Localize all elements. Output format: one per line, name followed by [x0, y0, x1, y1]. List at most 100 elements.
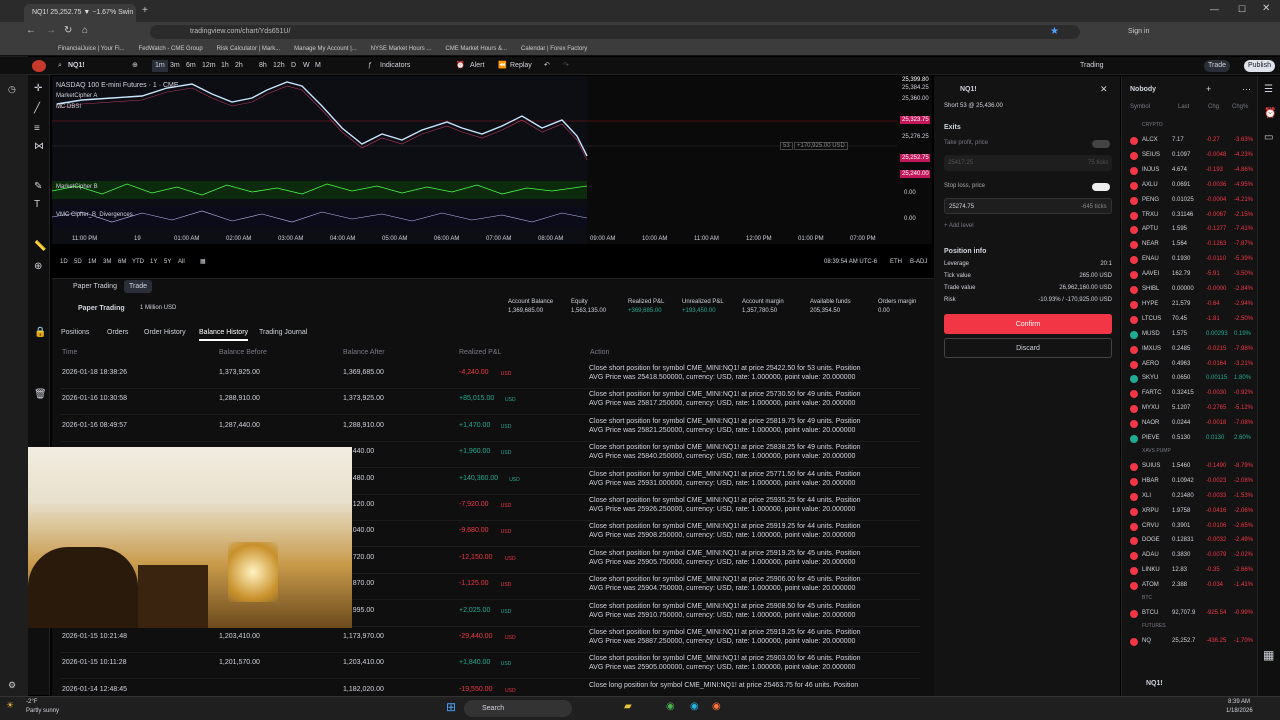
- bookmark-item[interactable]: NYSE Market Hours ...: [371, 42, 432, 56]
- wl-col-last[interactable]: Last: [1178, 104, 1189, 110]
- bookmark-item[interactable]: Manage My Account |...: [294, 42, 357, 56]
- badj-toggle[interactable]: B-ADJ: [910, 259, 927, 265]
- col-balance-before[interactable]: Balance Before: [219, 349, 267, 356]
- taskbar-search[interactable]: Search: [464, 700, 572, 717]
- watchlist-item[interactable]: AAVEI 162.79 -5.91 -3.50%: [1126, 267, 1256, 282]
- new-tab-icon[interactable]: +: [142, 5, 148, 16]
- ruler-tool-icon[interactable]: 📏: [34, 241, 46, 252]
- watchlist-item[interactable]: BTCU 92,707.9 -925.54 -0.99%: [1126, 606, 1256, 621]
- trade-button[interactable]: Trade: [1204, 60, 1231, 72]
- wl-col-chgpct[interactable]: Chg%: [1232, 104, 1248, 110]
- watchlist-item[interactable]: SKYU 0.0650 0.00115 1.80%: [1126, 371, 1256, 386]
- account-size[interactable]: 1 Million USD: [140, 305, 176, 311]
- indicators-button[interactable]: Indicators: [380, 60, 410, 72]
- tab-balance-history[interactable]: Balance History: [199, 329, 249, 341]
- stop-loss-input[interactable]: 25274.75 -645 ticks: [944, 198, 1112, 214]
- watchlist-item[interactable]: ALCX 7.17 -0.27 -3.63%: [1126, 133, 1256, 148]
- trash-tool-icon[interactable]: 🗑: [34, 389, 47, 400]
- watchlist-item[interactable]: MUSD 1.575 0.00293 0.19%: [1126, 327, 1256, 342]
- add-symbol-icon[interactable]: ⊕: [132, 60, 138, 72]
- watchlist-item[interactable]: SHIBL 0.00000 -0.0000 -2.84%: [1126, 282, 1256, 297]
- range-all[interactable]: All: [178, 259, 185, 265]
- interval-d[interactable]: D: [291, 60, 296, 72]
- paper-trading-title[interactable]: Paper Trading: [73, 283, 117, 290]
- interval-8h[interactable]: 8h: [259, 60, 267, 72]
- wl-col-chg[interactable]: Chg: [1208, 104, 1219, 110]
- range-5d[interactable]: 5D: [74, 259, 82, 265]
- bookmark-item[interactable]: Risk Calculator | Mark...: [217, 42, 281, 56]
- bookmark-item[interactable]: FinancialJuice | Your Fi...: [58, 42, 125, 56]
- indicator-label[interactable]: MarketCipher A: [56, 93, 97, 99]
- paper-account-selector[interactable]: Paper Trading: [78, 305, 125, 312]
- chat-icon[interactable]: ▭: [1264, 132, 1273, 143]
- taskbar-date[interactable]: 1/18/2026: [1226, 708, 1253, 714]
- start-icon[interactable]: ⊞: [446, 700, 456, 714]
- close-window-icon[interactable]: ✕: [1262, 3, 1270, 14]
- interval-12m[interactable]: 12m: [202, 60, 216, 72]
- col-action[interactable]: Action: [590, 349, 609, 356]
- fib-tool-icon[interactable]: ≡: [34, 123, 40, 134]
- watchlist-footer-symbol[interactable]: NQ1!: [1146, 680, 1163, 687]
- cursor-tool-icon[interactable]: ✛: [34, 83, 42, 94]
- range-5y[interactable]: 5Y: [164, 259, 171, 265]
- col-realized-pnl[interactable]: Realized P&L: [459, 349, 501, 356]
- add-level-link[interactable]: + Add level: [944, 223, 974, 229]
- weather-icon[interactable]: ☀: [6, 700, 14, 711]
- watchlist-item[interactable]: IMXUS 0.2485 -0.0215 -7.98%: [1126, 342, 1256, 357]
- range-1y[interactable]: 1Y: [150, 259, 157, 265]
- watchlist-item[interactable]: LINKU 12.83 -0.35 -2.66%: [1126, 563, 1256, 578]
- watchlist-item[interactable]: PIEVE 0.5130 0.0130 2.60%: [1126, 431, 1256, 446]
- watchlist-item[interactable]: APTU 1.595 -0.1277 -7.41%: [1126, 222, 1256, 237]
- price-chart[interactable]: NASDAQ 100 E-mini Futures · 1 · CME Mark…: [52, 76, 932, 244]
- stop-loss-label[interactable]: Stop loss, price: [944, 183, 985, 189]
- watchlist-item[interactable]: DOGE 0.12831 -0.0032 -2.49%: [1126, 533, 1256, 548]
- watchlist-item[interactable]: NEAR 1.564 -0.1263 -7.87%: [1126, 237, 1256, 252]
- watchlist-item[interactable]: NQ 25,252.7 -436.25 -1.70%: [1126, 634, 1256, 649]
- search-icon[interactable]: ⌕: [58, 60, 62, 72]
- tab-orders[interactable]: Orders: [107, 329, 128, 336]
- maximize-icon[interactable]: ☐: [1238, 4, 1246, 15]
- col-time[interactable]: Time: [62, 349, 77, 356]
- zoom-tool-icon[interactable]: ⊕: [34, 261, 42, 272]
- table-row[interactable]: 2026-01-18 18:38:26 1,373,925.00 1,369,685…: [60, 363, 920, 389]
- watchlist-item[interactable]: XLI 0.21480 -0.0033 -1.53%: [1126, 489, 1256, 504]
- watchlist-section-header[interactable]: XAVS PUMP: [1142, 448, 1171, 454]
- bookmark-item[interactable]: CME Market Hours &...: [445, 42, 507, 56]
- interval-6m[interactable]: 6m: [186, 60, 196, 72]
- tab-trading-journal[interactable]: Trading Journal: [259, 329, 307, 336]
- add-symbol-icon[interactable]: +: [1206, 84, 1211, 94]
- range-3m[interactable]: 3M: [103, 259, 111, 265]
- wl-col-symbol[interactable]: Symbol: [1130, 104, 1150, 110]
- publish-button[interactable]: Publish: [1244, 60, 1275, 72]
- trade-tab[interactable]: Trade: [124, 280, 153, 293]
- bookmark-item[interactable]: FedWatch - CME Group: [139, 42, 203, 56]
- brush-tool-icon[interactable]: ✎: [34, 181, 42, 192]
- watchlist-item[interactable]: ADAU 0.3830 -0.0079 -2.02%: [1126, 548, 1256, 563]
- minimize-icon[interactable]: —: [1210, 4, 1219, 14]
- bookmark-item[interactable]: Calendar | Forex Factory: [521, 42, 587, 56]
- watchlist-item[interactable]: ATOM 2.388 -0.034 -1.41%: [1126, 578, 1256, 593]
- url-input[interactable]: tradingview.com/chart/Yds651U/: [150, 25, 1080, 39]
- close-panel-icon[interactable]: ✕: [1100, 84, 1108, 95]
- table-row[interactable]: 2026-01-15 10:21:48 1,203,410.00 1,173,970…: [60, 627, 920, 653]
- watchlist-item[interactable]: HYPE 21.579 -0.64 -2.94%: [1126, 297, 1256, 312]
- table-row[interactable]: 2026-01-15 10:11:28 1,201,570.00 1,203,410…: [60, 653, 920, 680]
- undo-icon[interactable]: ↶: [544, 60, 550, 72]
- interval-1m[interactable]: 1m: [152, 60, 168, 72]
- watchlist-section-header[interactable]: CRYPTO: [1142, 122, 1163, 128]
- watchlist-icon[interactable]: ☰: [1264, 84, 1273, 95]
- watchlist-section-header[interactable]: BTC: [1142, 595, 1152, 601]
- confirm-button[interactable]: Confirm: [944, 314, 1112, 334]
- indicator-label[interactable]: MarketCipher B: [56, 184, 98, 190]
- table-row[interactable]: 2026-01-16 08:49:57 1,287,440.00 1,288,910…: [60, 416, 920, 442]
- sidebar-settings-icon[interactable]: ⚙: [8, 680, 16, 691]
- watchlist-item[interactable]: TRXU 0.31146 -0.0067 -2.15%: [1126, 208, 1256, 223]
- indicator-label[interactable]: MC DBSI: [56, 104, 81, 110]
- interval-12h[interactable]: 12h: [273, 60, 285, 72]
- back-icon[interactable]: ←: [26, 25, 36, 36]
- watchlist-item[interactable]: ENAU 0.1930 -0.0110 -5.39%: [1126, 252, 1256, 267]
- alerts-icon[interactable]: ⏰: [1264, 108, 1276, 119]
- indicator-label[interactable]: VMC Cipher_B_Divergences: [56, 212, 133, 218]
- watchlist-title[interactable]: Nobody: [1130, 86, 1156, 93]
- alert-icon[interactable]: ⏰: [456, 60, 465, 72]
